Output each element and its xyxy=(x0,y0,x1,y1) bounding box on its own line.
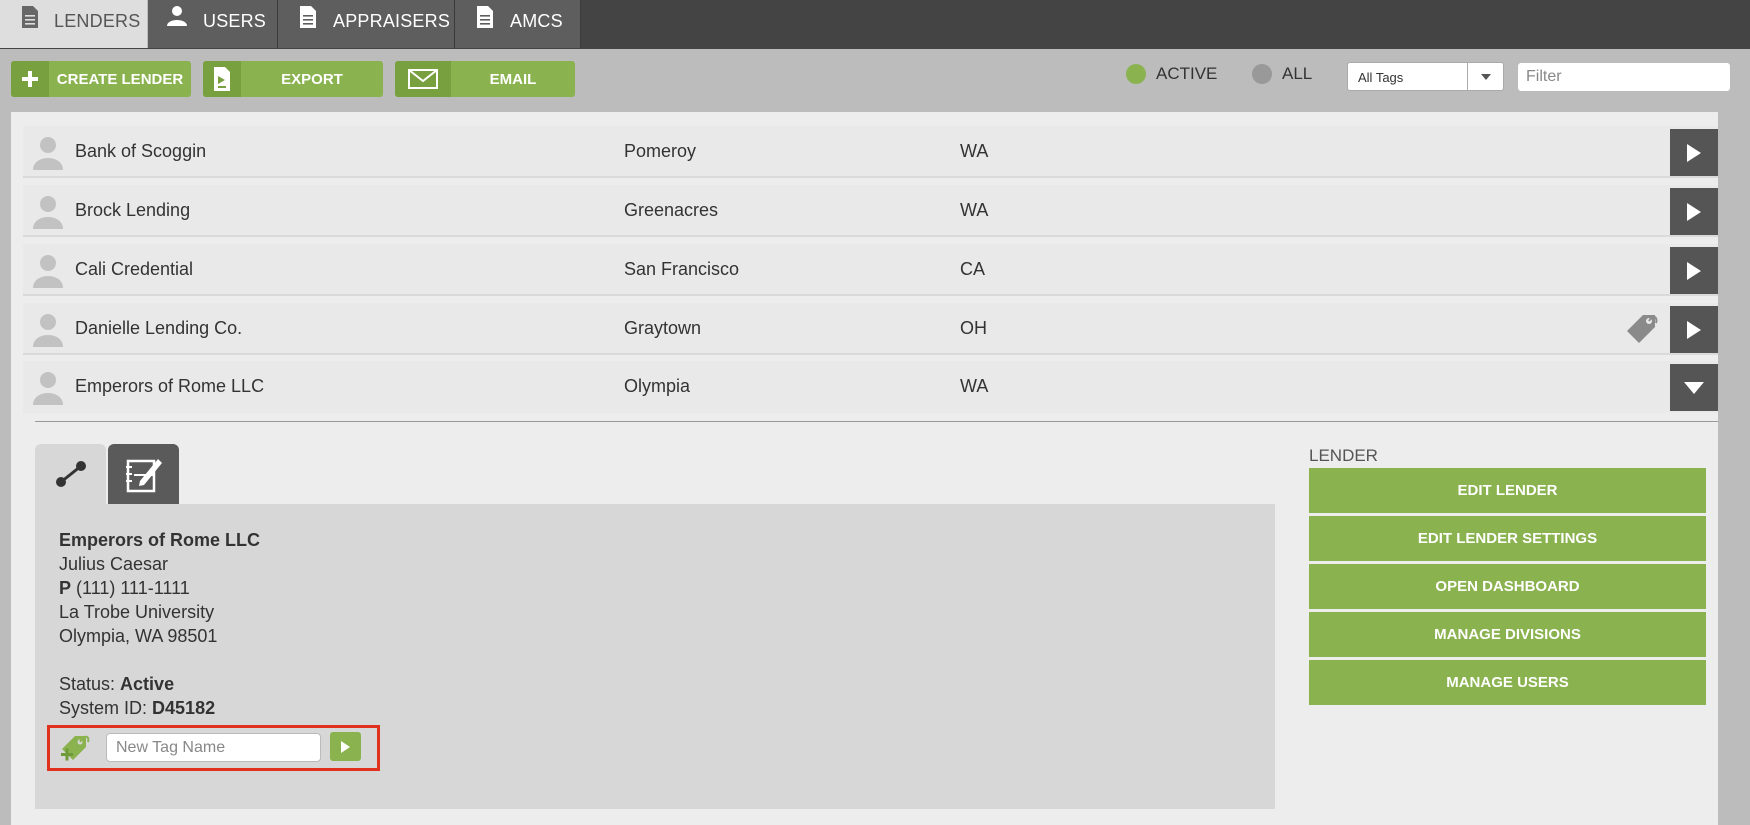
person-avatar-icon xyxy=(33,372,63,405)
expand-button[interactable] xyxy=(1670,129,1718,176)
add-tag-button[interactable] xyxy=(330,732,361,761)
plus-icon xyxy=(11,61,49,97)
person-avatar-icon xyxy=(33,137,63,170)
chevron-down-icon xyxy=(1684,381,1704,394)
lender-name: Danielle Lending Co. xyxy=(75,318,243,338)
radio-label: ALL xyxy=(1282,64,1313,83)
radio-label: ACTIVE xyxy=(1156,64,1218,83)
lender-city: Olympia xyxy=(624,376,691,396)
tab-lenders[interactable]: LENDERS xyxy=(0,0,148,48)
lender-city: San Francisco xyxy=(624,259,740,279)
create-lender-button[interactable]: CREATE LENDER xyxy=(11,61,191,97)
user-icon xyxy=(167,6,187,26)
lender-state: WA xyxy=(960,200,989,220)
new-tag-input[interactable] xyxy=(106,733,321,762)
table-row[interactable]: Brock Lending Greenacres WA xyxy=(23,185,1718,237)
tag-icon[interactable] xyxy=(1623,311,1659,347)
play-right-icon xyxy=(1687,320,1701,339)
table-row[interactable]: Cali Credential San Francisco CA xyxy=(23,244,1718,296)
connection-icon xyxy=(55,461,86,487)
edit-lender-button[interactable]: EDIT LENDER xyxy=(1309,468,1706,513)
lender-state: CA xyxy=(960,259,986,279)
spreadsheet-icon xyxy=(203,61,241,97)
filter-input[interactable] xyxy=(1517,62,1731,92)
detail-phone: P (111) 111-1111 xyxy=(59,578,190,598)
tab-notes[interactable] xyxy=(108,444,179,504)
detail-status: Status: Active xyxy=(59,674,175,694)
lender-state: OH xyxy=(960,318,987,338)
add-tag-icon xyxy=(61,735,90,761)
lender-city: Pomeroy xyxy=(624,141,697,161)
lender-state: WA xyxy=(960,141,989,161)
select-value: All Tags xyxy=(1358,70,1404,85)
play-right-icon xyxy=(1687,143,1701,162)
top-tab-bar: LENDERS USERS APPRAISERS AMCS xyxy=(0,0,1750,49)
tags-select[interactable]: All Tags xyxy=(1347,62,1504,91)
play-right-icon xyxy=(1687,261,1701,280)
person-avatar-icon xyxy=(33,196,63,229)
tab-amcs[interactable]: AMCS xyxy=(455,0,581,48)
play-right-icon xyxy=(341,740,350,753)
lender-name: Brock Lending xyxy=(75,200,191,220)
tab-users[interactable]: USERS xyxy=(148,0,278,48)
tab-label: APPRAISERS xyxy=(333,11,451,31)
expand-button[interactable] xyxy=(1670,247,1718,294)
table-row[interactable]: Danielle Lending Co. Graytown OH xyxy=(23,303,1718,355)
lender-actions-title: LENDER xyxy=(1309,446,1378,465)
lender-state: WA xyxy=(960,376,989,396)
document-icon xyxy=(477,6,493,28)
detail-system-id: System ID: D45182 xyxy=(59,698,216,718)
tab-appraisers[interactable]: APPRAISERS xyxy=(278,0,455,48)
tab-connections[interactable] xyxy=(35,444,106,504)
open-dashboard-button[interactable]: OPEN DASHBOARD xyxy=(1309,564,1706,609)
collapse-button[interactable] xyxy=(1670,364,1718,411)
detail-address-line1: La Trobe University xyxy=(59,602,215,622)
lender-city: Graytown xyxy=(624,318,702,338)
document-icon xyxy=(300,6,316,28)
manage-users-button[interactable]: MANAGE USERS xyxy=(1309,660,1706,705)
chevron-down-icon xyxy=(1467,63,1503,90)
export-button[interactable]: EXPORT xyxy=(203,61,383,97)
button-label: EXPORT xyxy=(281,70,343,88)
radio-unselected-dot xyxy=(1252,64,1272,84)
manage-divisions-button[interactable]: MANAGE DIVISIONS xyxy=(1309,612,1706,657)
edit-lender-settings-button[interactable]: EDIT LENDER SETTINGS xyxy=(1309,516,1706,561)
notepad-pencil-icon xyxy=(125,459,162,493)
active-radio[interactable]: ACTIVE xyxy=(1126,64,1217,84)
tab-label: AMCS xyxy=(510,11,563,31)
person-avatar-icon xyxy=(33,314,63,347)
play-right-icon xyxy=(1687,202,1701,221)
envelope-icon xyxy=(395,61,451,97)
divider xyxy=(35,421,1718,422)
button-label: CREATE LENDER xyxy=(56,70,184,88)
lender-name: Emperors of Rome LLC xyxy=(75,376,265,396)
button-label: EMAIL xyxy=(489,70,537,88)
radio-selected-dot xyxy=(1126,64,1146,84)
table-row[interactable]: Bank of Scoggin Pomeroy WA xyxy=(23,126,1718,178)
tab-label: USERS xyxy=(203,11,267,31)
lender-city: Greenacres xyxy=(624,200,719,220)
lender-name: Cali Credential xyxy=(75,259,194,279)
person-avatar-icon xyxy=(33,255,63,288)
detail-company: Emperors of Rome LLC xyxy=(59,530,261,550)
document-icon xyxy=(22,6,38,28)
lender-name: Bank of Scoggin xyxy=(75,141,207,161)
expand-button[interactable] xyxy=(1670,306,1718,353)
email-button[interactable]: EMAIL xyxy=(395,61,575,97)
all-radio[interactable]: ALL xyxy=(1252,64,1312,84)
tab-label: LENDERS xyxy=(54,11,141,31)
table-row-expanded[interactable]: Emperors of Rome LLC Olympia WA xyxy=(23,361,1718,413)
detail-contact: Julius Caesar xyxy=(59,554,169,574)
expand-button[interactable] xyxy=(1670,188,1718,235)
detail-address-line2: Olympia, WA 98501 xyxy=(59,626,218,646)
